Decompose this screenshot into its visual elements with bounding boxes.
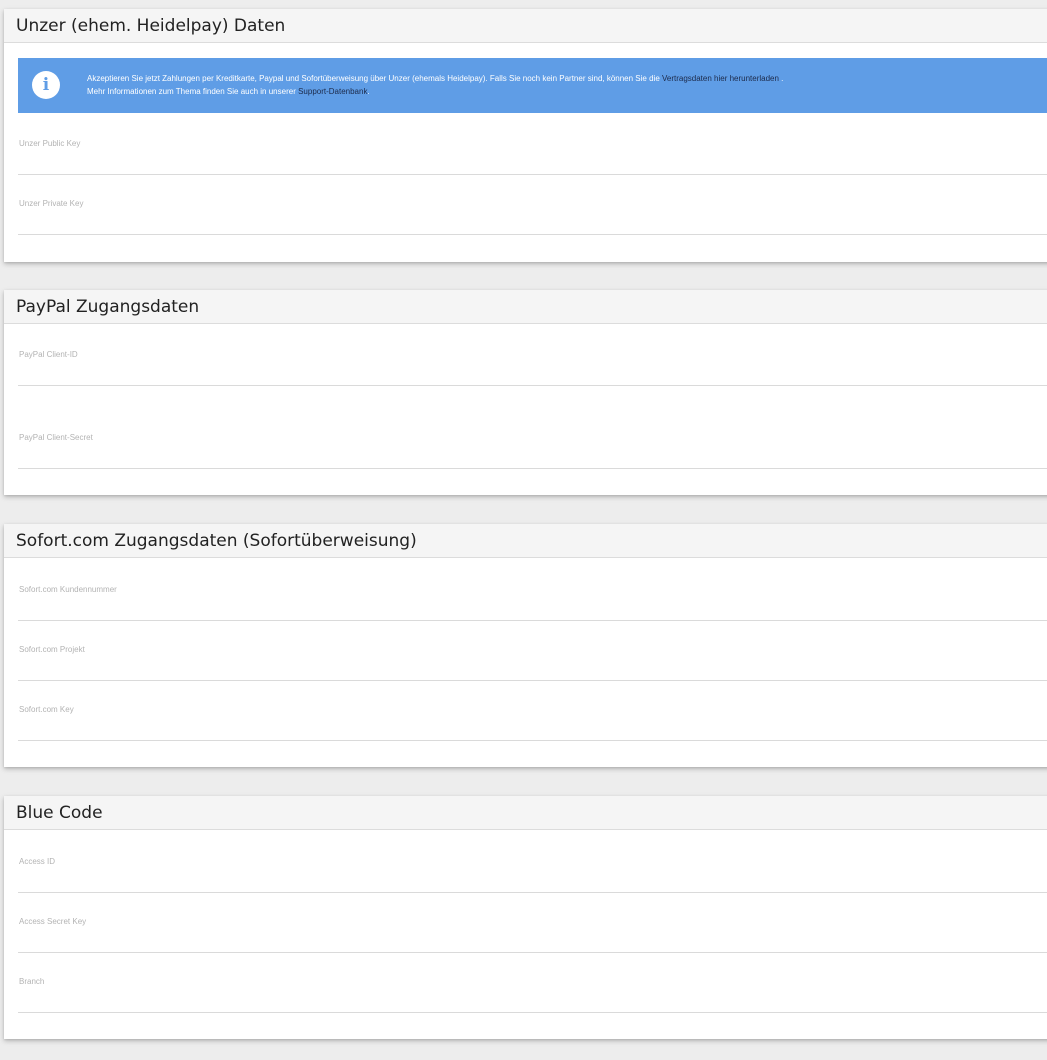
access-secret-key-field: Access Secret Key	[18, 915, 1047, 975]
sofort-project-field: Sofort.com Projekt	[18, 643, 1047, 703]
info-line2-text: Mehr Informationen zum Thema finden Sie …	[87, 87, 299, 96]
field-label: Sofort.com Kundennummer	[19, 585, 117, 594]
branch-field: Branch	[18, 975, 1047, 1035]
field-label: Unzer Public Key	[19, 139, 81, 148]
paypal-client-secret-field: PayPal Client-Secret	[18, 431, 1047, 491]
contract-download-link[interactable]: Vertragsdaten hier herunterladen	[662, 74, 779, 83]
unzer-private-key-input[interactable]	[18, 209, 1047, 235]
paypal-client-id-input[interactable]	[18, 360, 1047, 386]
unzer-card-title: Unzer (ehem. Heidelpay) Daten	[4, 9, 1047, 43]
info-line2-suffix: .	[367, 87, 370, 96]
paypal-client-id-field: PayPal Client-ID	[18, 348, 1047, 408]
paypal-card-title: PayPal Zugangsdaten	[4, 290, 1047, 324]
support-database-link[interactable]: Support-Datenbank	[298, 87, 367, 96]
branch-input[interactable]	[18, 987, 1047, 1013]
unzer-public-key-field: Unzer Public Key	[18, 137, 1047, 197]
field-label: PayPal Client-Secret	[19, 433, 93, 442]
bluecode-card-title: Blue Code	[4, 796, 1047, 830]
sofort-card: Sofort.com Zugangsdaten (Sofortüberweisu…	[4, 524, 1047, 767]
field-label: PayPal Client-ID	[19, 350, 78, 359]
unzer-private-key-field: Unzer Private Key	[18, 197, 1047, 257]
unzer-info-text: Akzeptieren Sie jetzt Zahlungen per Kred…	[87, 72, 783, 98]
info-icon: i	[32, 71, 60, 99]
field-label: Sofort.com Key	[19, 705, 74, 714]
unzer-card: Unzer (ehem. Heidelpay) Daten i Akzeptie…	[4, 9, 1047, 262]
sofort-customer-number-field: Sofort.com Kundennummer	[18, 583, 1047, 643]
sofort-customer-number-input[interactable]	[18, 595, 1047, 621]
sofort-card-title: Sofort.com Zugangsdaten (Sofortüberweisu…	[4, 524, 1047, 558]
access-id-field: Access ID	[18, 855, 1047, 915]
bluecode-card: Blue Code Access ID Access Secret Key Br…	[4, 796, 1047, 1039]
field-label: Sofort.com Projekt	[19, 645, 85, 654]
field-label: Unzer Private Key	[19, 199, 84, 208]
sofort-key-input[interactable]	[18, 715, 1047, 741]
info-line1-suffix: .	[778, 74, 784, 83]
field-label: Access Secret Key	[19, 917, 87, 926]
field-label: Access ID	[19, 857, 56, 866]
paypal-card: PayPal Zugangsdaten PayPal Client-ID Pay…	[4, 290, 1047, 495]
info-line1-text: Akzeptieren Sie jetzt Zahlungen per Kred…	[87, 74, 662, 83]
sofort-key-field: Sofort.com Key	[18, 703, 1047, 763]
access-id-input[interactable]	[18, 867, 1047, 893]
unzer-info-banner: i Akzeptieren Sie jetzt Zahlungen per Kr…	[18, 58, 1047, 113]
field-label: Branch	[19, 977, 45, 986]
access-secret-key-input[interactable]	[18, 927, 1047, 953]
unzer-public-key-input[interactable]	[18, 149, 1047, 175]
sofort-project-input[interactable]	[18, 655, 1047, 681]
paypal-client-secret-input[interactable]	[18, 443, 1047, 469]
